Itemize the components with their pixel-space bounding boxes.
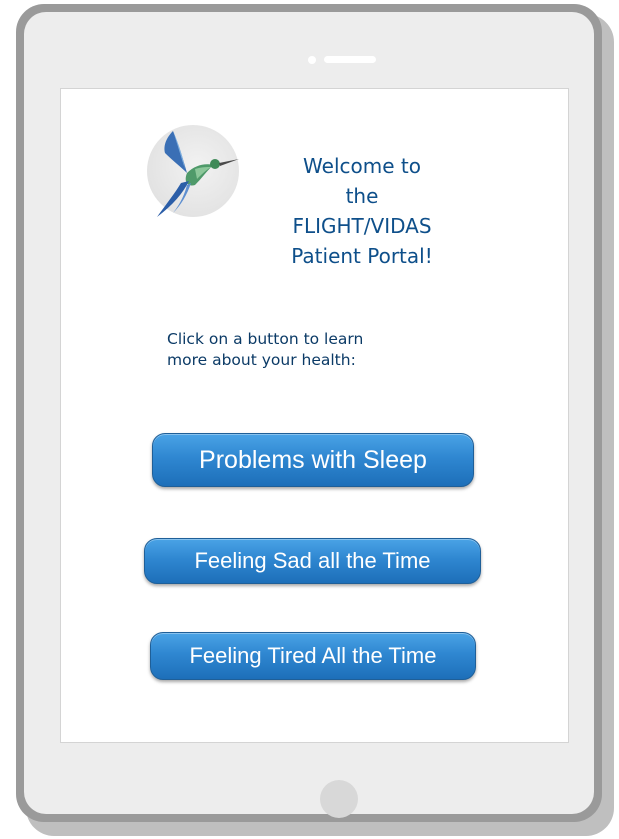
instruction-text: Click on a button to learn more about yo… xyxy=(167,329,487,371)
hummingbird-icon xyxy=(147,125,239,217)
welcome-line: Welcome to xyxy=(303,154,421,178)
instruction-line: Click on a button to learn xyxy=(167,330,364,348)
problems-with-sleep-button[interactable]: Problems with Sleep xyxy=(152,433,474,487)
speaker-icon xyxy=(324,56,376,63)
welcome-line: Patient Portal! xyxy=(291,244,433,268)
home-button[interactable] xyxy=(320,780,358,818)
camera-icon xyxy=(308,56,316,64)
welcome-line: the xyxy=(345,184,379,208)
welcome-line: FLIGHT/VIDAS xyxy=(292,214,432,238)
welcome-heading: Welcome to the FLIGHT/VIDAS Patient Port… xyxy=(241,151,483,271)
page: Welcome to the FLIGHT/VIDAS Patient Port… xyxy=(0,0,619,839)
tablet-screen: Welcome to the FLIGHT/VIDAS Patient Port… xyxy=(60,88,569,743)
feeling-tired-button[interactable]: Feeling Tired All the Time xyxy=(150,632,476,680)
instruction-line: more about your health: xyxy=(167,351,356,369)
feeling-sad-button[interactable]: Feeling Sad all the Time xyxy=(144,538,481,584)
